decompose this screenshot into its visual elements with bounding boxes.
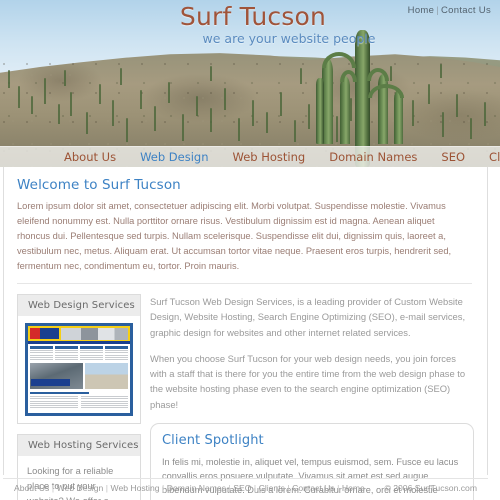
footer-separator: | bbox=[337, 483, 340, 493]
footer-separator: | bbox=[51, 483, 55, 493]
thumbnail-photo-left bbox=[30, 363, 84, 390]
main-paragraph-1: Surf Tucson Web Design Services, is a le… bbox=[150, 296, 466, 338]
footer-link-about-us[interactable]: About Us bbox=[14, 483, 49, 493]
website-screenshot-thumbnail[interactable] bbox=[25, 323, 133, 417]
primary-navigation: About Us Web Design Web Hosting Domain N… bbox=[0, 146, 500, 167]
nav-item-domain-names[interactable]: Domain Names bbox=[317, 147, 429, 168]
two-column-layout: Web Design Services Web Hosting Services… bbox=[15, 284, 476, 500]
thumbnail-columns bbox=[28, 344, 130, 363]
footer-link-domain-names[interactable]: Domain Names bbox=[167, 483, 226, 493]
page-root: Surf Tucson we are your website people H… bbox=[0, 0, 500, 500]
panel-title-web-design-services: Web Design Services bbox=[18, 295, 140, 317]
nav-item-web-design[interactable]: Web Design bbox=[128, 147, 220, 168]
top-link-home[interactable]: Home bbox=[408, 5, 435, 16]
nav-item-seo[interactable]: SEO bbox=[429, 147, 477, 168]
nav-item-about-us[interactable]: About Us bbox=[52, 147, 128, 168]
footer-link-clients[interactable]: Clients bbox=[259, 483, 285, 493]
panel-web-design-services: Web Design Services bbox=[17, 294, 141, 425]
footer-separator: | bbox=[162, 483, 165, 493]
footer: About Us | Web Design | Web Hosting | Domain N… bbox=[3, 478, 488, 497]
main-content: Surf Tucson Web Design Services, is a le… bbox=[150, 294, 476, 500]
footer-link-home[interactable]: Home bbox=[342, 483, 365, 493]
copyright-notice: © 2006 SurfTucson.com bbox=[384, 483, 477, 493]
thumbnail-column bbox=[105, 346, 128, 361]
client-spotlight-title: Client Spotlight bbox=[162, 432, 264, 448]
footer-link-web-hosting[interactable]: Web Hosting bbox=[110, 483, 159, 493]
footer-separator: | bbox=[253, 483, 257, 493]
thumbnail-column bbox=[30, 346, 53, 361]
welcome-paragraph: Lorem ipsum dolor sit amet, consectetuer… bbox=[17, 201, 452, 272]
thumbnail-logo bbox=[30, 328, 60, 340]
nav-item-clients[interactable]: Clients bbox=[477, 147, 500, 168]
thumbnail-banner bbox=[28, 326, 130, 342]
content-container: Welcome to Surf Tucson Lorem ipsum dolor… bbox=[3, 167, 488, 500]
footer-link-contact-us[interactable]: Contact Us bbox=[292, 483, 335, 493]
top-link-contact-us[interactable]: Contact Us bbox=[441, 5, 491, 16]
desert-photo bbox=[0, 0, 500, 167]
sidebar: Web Design Services Web Hosting Services… bbox=[17, 294, 141, 500]
nav-item-web-hosting[interactable]: Web Hosting bbox=[221, 147, 318, 168]
panel-title-web-hosting-services: Web Hosting Services bbox=[18, 435, 140, 457]
main-paragraph-2: When you choose Surf Tucson for your web… bbox=[150, 352, 466, 410]
thumbnail-column bbox=[55, 346, 78, 361]
footer-link-seo[interactable]: SEO bbox=[233, 483, 251, 493]
utility-nav: Home | Contact Us bbox=[408, 5, 491, 16]
thumbnail-banner-photos bbox=[61, 327, 128, 340]
panel-body-web-design-services bbox=[18, 316, 140, 423]
top-link-separator: | bbox=[436, 5, 439, 16]
footer-navigation: About Us | Web Design | Web Hosting | Domain N… bbox=[14, 483, 365, 493]
hero-banner: Surf Tucson we are your website people H… bbox=[0, 0, 500, 167]
welcome-heading: Welcome to Surf Tucson bbox=[17, 177, 181, 193]
thumbnail-footer-content bbox=[28, 389, 130, 409]
thumbnail-photos-row bbox=[28, 363, 130, 390]
footer-link-web-design[interactable]: Web Design bbox=[57, 483, 104, 493]
thumbnail-photo-right bbox=[85, 363, 128, 390]
thumbnail-column bbox=[80, 346, 103, 361]
